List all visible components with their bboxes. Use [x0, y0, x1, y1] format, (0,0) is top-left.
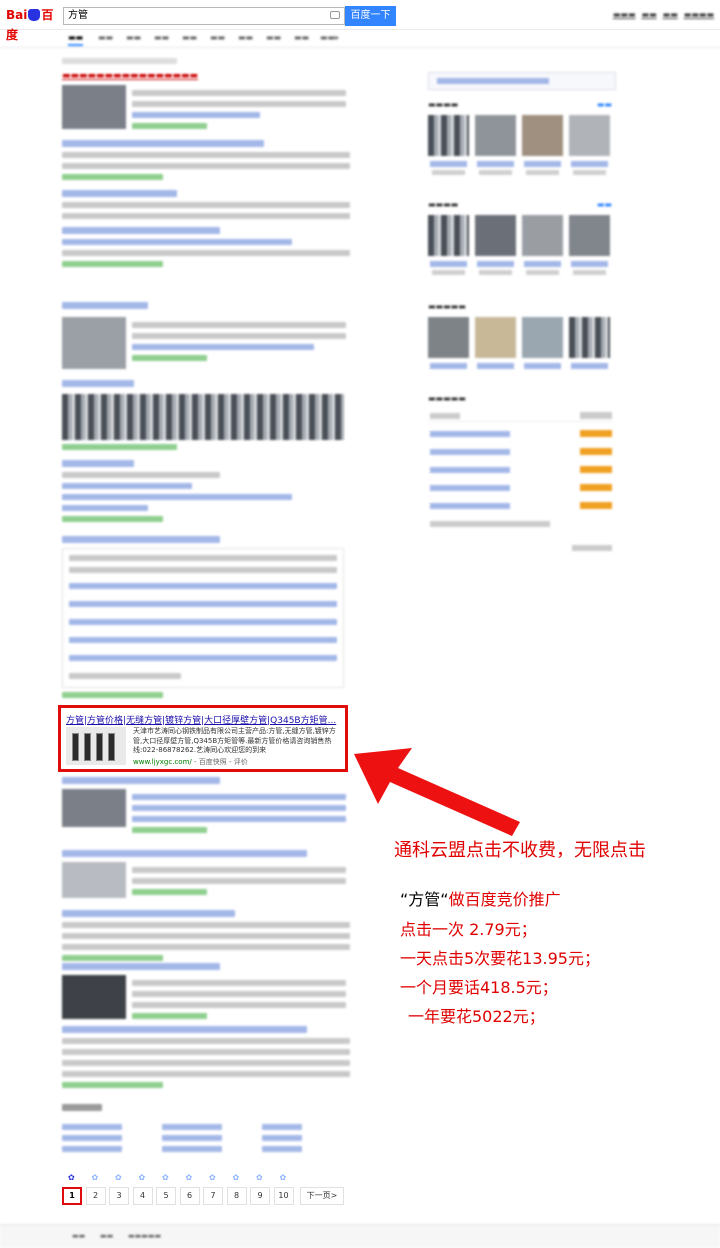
page-link[interactable]: 5	[156, 1187, 176, 1205]
user-nav-link[interactable]: ▬▬▬	[613, 10, 636, 22]
user-nav-link[interactable]: ▬▬	[663, 10, 678, 22]
search-tabs: ▬▬ ▬▬ ▬▬ ▬▬ ▬▬ ▬▬ ▬▬ ▬▬ ▬▬ ▬▬▸	[0, 30, 720, 48]
search-result[interactable]: ▬▬▬▬▬▬▬▬▬▬▬▬▬▬▬▬	[62, 71, 350, 267]
sidebar-card[interactable]	[475, 115, 516, 175]
tab[interactable]: ▬▬	[126, 33, 141, 42]
tab-web[interactable]: ▬▬	[68, 33, 84, 46]
sidebar-card[interactable]	[475, 317, 516, 369]
search-query: 方管	[68, 10, 88, 21]
paw-icon: ✿	[209, 1173, 216, 1182]
promo-line-4: 一个月要话418.5元；	[400, 978, 558, 997]
ad-title-link[interactable]: 方管|方管价格|无缝方管|镀锌方管|大口径厚壁方管|Q345B方矩管...	[66, 713, 344, 726]
page-link[interactable]: 4	[132, 1187, 153, 1205]
paw-icon: ✿	[68, 1173, 75, 1182]
tab[interactable]: ▬▬▸	[320, 33, 339, 42]
sidebar-card[interactable]	[428, 317, 469, 369]
camera-icon[interactable]	[330, 11, 340, 19]
related-searches[interactable]	[62, 1104, 350, 1154]
ranking-row[interactable]	[428, 500, 614, 512]
sidebar-card[interactable]	[428, 115, 469, 175]
page-link[interactable]: 2	[85, 1187, 106, 1205]
search-button[interactable]: 百度一下	[345, 6, 396, 26]
tab[interactable]: ▬▬	[294, 33, 309, 42]
paw-icon: ✿	[91, 1173, 99, 1182]
page-link[interactable]: 1	[62, 1187, 82, 1205]
user-nav: ▬▬▬ ▬▬ ▬▬ ▬▬▬▬	[613, 10, 714, 22]
ad-url-text[interactable]: www.ljyxgc.com/	[133, 758, 192, 766]
ranking-row[interactable]	[428, 482, 614, 494]
paw-icon: ✿	[232, 1173, 240, 1182]
highlighted-ad-result[interactable]: 方管|方管价格|无缝方管|镀锌方管|大口径厚壁方管|Q345B方矩管... 天津…	[58, 705, 348, 772]
top-header: Bai 百度 方管 百度一下 ▬▬▬ ▬▬ ▬▬ ▬▬▬▬	[0, 0, 720, 42]
paw-icon: ✿	[162, 1173, 169, 1182]
paw-icon: ✿	[115, 1173, 122, 1182]
user-nav-link[interactable]: ▬▬▬▬	[684, 10, 714, 22]
search-result[interactable]	[62, 850, 350, 902]
sidebar-knowledge: ▬▬▬▬▬	[428, 302, 616, 384]
promo-line-2: 点击一次 2.79元；	[400, 920, 537, 939]
paw-icon: ✿	[279, 1173, 287, 1182]
page-link[interactable]: 10	[273, 1187, 294, 1205]
promo-line-1: “方管“做百度竞价推广	[400, 886, 561, 910]
promo-line-5: 一年要花5022元；	[408, 1007, 545, 1026]
footer-link[interactable]: ▬▬	[72, 1232, 85, 1240]
result-count	[62, 57, 350, 65]
search-result[interactable]	[62, 380, 350, 452]
sidebar-card[interactable]	[569, 215, 610, 275]
search-result[interactable]	[62, 1026, 350, 1092]
search-input[interactable]: 方管	[63, 7, 345, 25]
ranking-row[interactable]	[428, 464, 614, 476]
ad-url-suffix[interactable]: - 百度快照 - 评价	[194, 758, 248, 766]
tab[interactable]: ▬▬	[182, 33, 197, 42]
promo-keyword: “方管“	[400, 890, 449, 909]
search-result[interactable]	[62, 777, 350, 839]
sidebar-login-banner[interactable]	[428, 72, 616, 90]
ranking-row[interactable]	[428, 428, 614, 440]
sidebar-card[interactable]	[569, 115, 610, 175]
paw-icon	[28, 9, 41, 21]
sidebar-related-terms: ▬▬▬▬ ▬▬	[428, 200, 616, 290]
paw-icon: ✿	[256, 1173, 263, 1182]
sidebar-related-images: ▬▬▬▬ ▬▬	[428, 100, 616, 190]
promo-line-3: 一天点击5次要花13.95元；	[400, 949, 600, 968]
ad-url[interactable]: www.ljyxgc.com/ - 百度快照 - 评价	[133, 757, 248, 767]
page-link[interactable]: 8	[226, 1187, 247, 1205]
promo-line-1-text: 做百度竞价推广	[448, 890, 561, 909]
baidu-logo[interactable]: Bai 百度	[6, 5, 60, 42]
page-link[interactable]: 6	[179, 1187, 200, 1205]
sidebar-card[interactable]	[522, 115, 563, 175]
sidebar-card[interactable]	[569, 317, 610, 369]
sidebar-card[interactable]	[475, 215, 516, 275]
ad-description: 天津市艺涛同心钢铁制品有限公司主营产品:方管,无缝方管,镀锌方管,大口径厚壁方管…	[133, 727, 336, 754]
search-result[interactable]	[62, 910, 350, 961]
user-nav-link[interactable]: ▬▬	[642, 10, 657, 22]
sidebar-card[interactable]	[522, 317, 563, 369]
paw-icon: ✿	[138, 1173, 146, 1182]
search-result[interactable]	[62, 536, 350, 698]
search-result[interactable]	[62, 460, 350, 530]
search-result[interactable]	[62, 302, 350, 374]
tab[interactable]: ▬▬	[154, 33, 169, 42]
footer: ▬▬ ▬▬ ▬▬▬▬▬	[0, 1224, 720, 1248]
search-result[interactable]	[62, 963, 350, 1023]
tab[interactable]: ▬▬	[98, 33, 113, 42]
page-link[interactable]: 7	[203, 1187, 223, 1205]
red-arrow-icon	[354, 748, 520, 836]
tab[interactable]: ▬▬	[210, 33, 225, 42]
footer-link[interactable]: ▬▬▬▬▬	[128, 1232, 161, 1240]
paw-icon: ✿	[185, 1173, 193, 1182]
sidebar-ranking: ▬▬▬▬▬	[428, 394, 616, 554]
promo-headline: 通科云盟点击不收费，无限点击	[394, 840, 646, 861]
ranking-row[interactable]	[428, 446, 614, 458]
page-link[interactable]: 9	[250, 1187, 270, 1205]
page-link[interactable]: 3	[109, 1187, 129, 1205]
tab[interactable]: ▬▬	[266, 33, 281, 42]
sidebar-card[interactable]	[522, 215, 563, 275]
footer-link[interactable]: ▬▬	[100, 1232, 113, 1240]
tab[interactable]: ▬▬	[238, 33, 253, 42]
sidebar-card[interactable]	[428, 215, 469, 275]
ad-thumbnail[interactable]	[66, 727, 126, 765]
next-page-button[interactable]: 下一页>	[300, 1187, 344, 1205]
